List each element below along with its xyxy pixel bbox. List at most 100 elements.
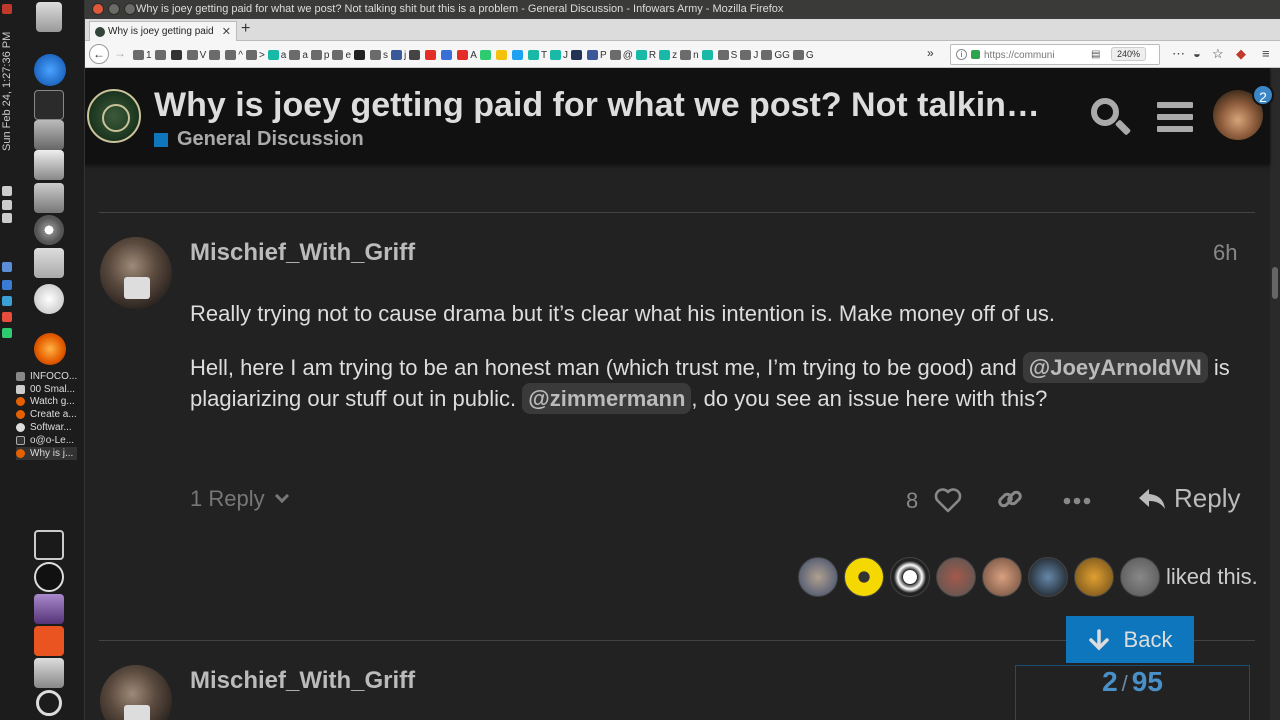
firefox-icon[interactable] — [34, 333, 66, 365]
window-list-item[interactable]: 00 Smal... — [16, 383, 77, 396]
bookmark-item[interactable]: S — [717, 47, 737, 63]
window-list-item[interactable]: INFOCO... — [16, 370, 77, 383]
browser-tab-active[interactable]: Why is joey getting paid ✕ — [89, 21, 237, 41]
bookmark-item[interactable]: > — [245, 47, 265, 63]
app-icon[interactable] — [34, 658, 64, 688]
bookmark-item[interactable]: a — [267, 47, 286, 63]
bookmark-star-icon[interactable]: ☆ — [1212, 46, 1224, 62]
bookmark-item[interactable]: e — [332, 47, 351, 63]
liker-avatar[interactable] — [1120, 557, 1160, 597]
window-maximize-button[interactable] — [124, 3, 136, 15]
bookmark-item[interactable] — [209, 47, 222, 63]
liker-avatar[interactable] — [890, 557, 930, 597]
bookmark-item[interactable]: a — [289, 47, 308, 63]
timeline-scroller[interactable]: 2/95 — [1015, 665, 1250, 720]
window-list-item[interactable]: Softwar... — [16, 421, 77, 434]
info-icon[interactable]: i — [956, 49, 967, 60]
terminal-icon[interactable] — [34, 90, 64, 120]
topic-title[interactable]: Why is joey getting paid for what we pos… — [154, 86, 1054, 125]
link-icon[interactable] — [996, 485, 1024, 513]
bookmark-item[interactable] — [495, 47, 509, 63]
bookmark-item[interactable]: J — [550, 47, 568, 63]
bookmark-item[interactable]: GG — [761, 47, 790, 63]
liker-avatar[interactable] — [982, 557, 1022, 597]
bookmark-item[interactable]: R — [635, 47, 656, 63]
software-center-icon[interactable] — [34, 626, 64, 656]
post-username[interactable]: Mischief_With_Griff — [190, 239, 415, 267]
post-username[interactable]: Mischief_With_Griff — [190, 667, 415, 695]
reply-button[interactable]: Reply — [1138, 483, 1240, 514]
liker-avatar[interactable] — [844, 557, 884, 597]
trash-icon[interactable] — [36, 2, 62, 32]
bookmarks-overflow-button[interactable]: » — [927, 46, 934, 60]
window-list-item[interactable]: Watch g... — [16, 396, 77, 409]
app-icon[interactable] — [34, 284, 64, 314]
bookmark-item[interactable]: p — [310, 47, 329, 63]
window-list-item[interactable]: o@o-Le... — [16, 434, 77, 447]
media-player-icon[interactable] — [34, 54, 66, 86]
menu-icon[interactable]: ≡ — [1262, 46, 1270, 61]
more-options-icon[interactable] — [1063, 497, 1091, 505]
files-icon[interactable] — [34, 248, 64, 278]
power-icon[interactable] — [36, 690, 62, 716]
bookmark-item[interactable] — [701, 47, 715, 63]
url-text[interactable]: https://communi — [984, 50, 1064, 61]
forward-button[interactable]: → — [114, 46, 126, 60]
heart-icon[interactable] — [934, 487, 962, 513]
user-mention[interactable]: @zimmermann — [522, 383, 692, 414]
bookmark-item[interactable] — [441, 47, 454, 63]
system-monitor-icon[interactable] — [34, 530, 64, 560]
bookmark-item[interactable]: P — [587, 47, 607, 63]
bookmark-item[interactable]: z — [659, 47, 677, 63]
window-close-button[interactable] — [92, 3, 104, 15]
page-scrollbar[interactable] — [1270, 68, 1280, 720]
new-tab-button[interactable]: + — [241, 20, 250, 38]
liker-avatar[interactable] — [1028, 557, 1068, 597]
obs-icon[interactable] — [34, 562, 64, 592]
scrollbar-thumb[interactable] — [1272, 267, 1278, 299]
liker-avatar[interactable] — [936, 557, 976, 597]
reader-view-icon[interactable]: ▤ — [1091, 49, 1100, 60]
shield-icon[interactable]: ◆ — [1236, 46, 1246, 62]
bookmark-item[interactable] — [409, 47, 422, 63]
search-icon[interactable] — [1089, 96, 1133, 140]
bookmark-item[interactable]: @ — [609, 47, 633, 63]
zoom-indicator[interactable]: 240% — [1111, 47, 1147, 61]
bookmark-item[interactable]: T — [527, 47, 547, 63]
bookmark-item[interactable]: 1 — [133, 47, 152, 63]
bookmark-item[interactable]: ^ — [225, 47, 243, 63]
liker-avatar[interactable] — [798, 557, 838, 597]
bookmark-item[interactable] — [511, 47, 525, 63]
bookmark-item[interactable] — [154, 47, 168, 63]
post-avatar[interactable] — [100, 665, 172, 720]
inkscape-icon[interactable] — [34, 150, 64, 180]
bookmark-item[interactable]: j — [391, 47, 406, 63]
url-bar[interactable]: i https://communi ▤ 240% — [950, 44, 1160, 65]
scanner-icon[interactable] — [34, 183, 64, 213]
bookmark-item[interactable] — [354, 47, 367, 63]
timeline-back-button[interactable]: Back — [1066, 616, 1194, 663]
bookmark-item[interactable] — [479, 47, 493, 63]
hamburger-menu-icon[interactable] — [1157, 102, 1193, 132]
liker-avatar[interactable] — [1074, 557, 1114, 597]
like-count[interactable]: 8 — [906, 488, 918, 514]
bookmark-item[interactable]: G — [792, 47, 814, 63]
bookmark-item[interactable]: A — [457, 47, 477, 63]
site-logo[interactable] — [87, 89, 141, 143]
bookmark-item[interactable] — [170, 47, 184, 63]
user-mention[interactable]: @JoeyArnoldVN — [1022, 352, 1208, 383]
window-minimize-button[interactable] — [108, 3, 120, 15]
bookmark-item[interactable] — [425, 47, 438, 63]
gimp-icon[interactable] — [34, 120, 64, 150]
page-actions-icon[interactable]: ⋯ — [1172, 46, 1185, 62]
window-list-item-active[interactable]: Why is j... — [16, 446, 78, 460]
bookmark-item[interactable]: V — [186, 47, 206, 63]
tab-close-icon[interactable]: ✕ — [222, 25, 231, 38]
bookmark-item[interactable]: s — [370, 47, 388, 63]
back-button[interactable]: ← — [89, 44, 109, 64]
window-list-item[interactable]: Create a... — [16, 408, 77, 421]
bookmark-item[interactable]: n — [680, 47, 699, 63]
post-avatar[interactable] — [100, 237, 172, 309]
webcam-icon[interactable] — [34, 594, 64, 624]
category-link[interactable]: General Discussion — [154, 128, 364, 151]
